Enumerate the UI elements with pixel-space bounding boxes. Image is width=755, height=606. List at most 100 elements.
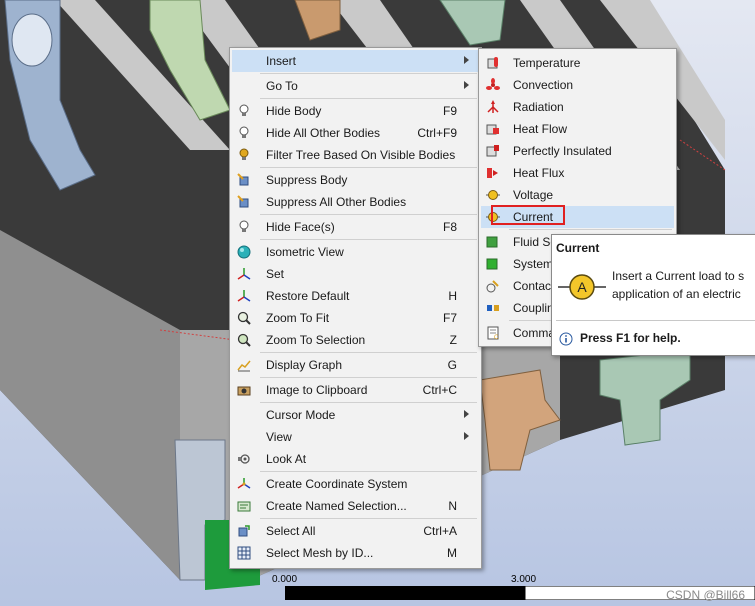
menu-item-restore-default[interactable]: Restore Default H <box>232 285 479 307</box>
menu-item-look-at[interactable]: Look At <box>232 448 479 470</box>
menu-item-go-to[interactable]: Go To <box>232 75 479 97</box>
scale-label-start: 0.000 <box>272 574 298 585</box>
menu-separator <box>260 73 477 74</box>
menu-item-create-named-selection[interactable]: Create Named Selection... N <box>232 495 479 517</box>
lightbulb-icon <box>239 126 249 138</box>
menu-item-shortcut: H <box>448 289 457 303</box>
lightbulb-on-icon <box>239 148 249 160</box>
menu-item-label: Suppress Body <box>266 173 348 187</box>
menu-item-select-mesh-by-id[interactable]: Select Mesh by ID... M <box>232 542 479 564</box>
menu-item-suppress-body[interactable]: Suppress Body <box>232 169 479 191</box>
menu-separator <box>260 214 477 215</box>
menu-item-shortcut: F7 <box>442 311 457 325</box>
menu-item-label: Hide Body <box>266 104 322 118</box>
menu-item-set[interactable]: Set <box>232 263 479 285</box>
mesh-id-icon <box>237 546 251 560</box>
menu-item-hide-all-other-bodies[interactable]: Hide All Other Bodies Ctrl+F9 <box>232 122 479 144</box>
lightbulb-icon <box>239 104 249 116</box>
menu-item-create-coordinate-system[interactable]: Create Coordinate System <box>232 473 479 495</box>
submenu-item-heat-flux[interactable]: Heat Flux <box>481 162 674 184</box>
submenu-item-label: Heat Flux <box>513 166 565 180</box>
menu-item-label: Display Graph <box>266 358 343 372</box>
tooltip-title: Current <box>556 241 600 255</box>
submenu-item-current[interactable]: Current <box>481 205 674 228</box>
radiation-icon <box>487 100 499 113</box>
axes-restore-icon <box>237 290 251 302</box>
submenu-item-label: Current <box>513 210 554 224</box>
menu-separator <box>260 402 477 403</box>
suppress-others-icon <box>237 195 249 208</box>
current-load-icon: A <box>558 274 606 300</box>
menu-item-label: Insert <box>266 54 297 68</box>
submenu-item-radiation[interactable]: Radiation <box>481 96 674 118</box>
menu-item-view[interactable]: View <box>232 426 479 448</box>
menu-item-zoom-to-fit[interactable]: Zoom To Fit F7 <box>232 307 479 329</box>
submenu-item-heat-flow[interactable]: Heat Flow <box>481 118 674 140</box>
menu-item-zoom-to-selection[interactable]: Zoom To Selection Z <box>232 329 479 351</box>
menu-item-hide-faces[interactable]: Hide Face(s) F8 <box>232 216 479 238</box>
submenu-item-temperature[interactable]: Temperature <box>481 52 674 74</box>
menu-item-suppress-all-other-bodies[interactable]: Suppress All Other Bodies <box>232 191 479 213</box>
menu-item-label: Hide All Other Bodies <box>266 126 381 140</box>
menu-item-label: Hide Face(s) <box>266 220 335 234</box>
menu-separator <box>260 471 477 472</box>
menu-item-shortcut: Ctrl+F9 <box>417 126 457 140</box>
menu-item-label: Zoom To Fit <box>266 311 330 325</box>
menu-item-select-all[interactable]: Select All Ctrl+A <box>232 520 479 542</box>
submenu-item-label: Radiation <box>513 100 564 114</box>
menu-item-label: Image to Clipboard <box>266 383 368 397</box>
menu-item-shortcut: Ctrl+C <box>422 383 457 397</box>
submenu-item-label: Contac <box>513 279 552 293</box>
menu-item-shortcut: Z <box>449 333 457 347</box>
submenu-item-label: Couplin <box>513 301 554 315</box>
zoom-selection-icon <box>237 333 251 347</box>
submenu-arrow-icon <box>464 410 469 418</box>
commands-icon: C <box>487 326 499 340</box>
menu-item-label: Go To <box>266 79 298 93</box>
tooltip-description: Insert a Current load to s application o… <box>612 267 755 303</box>
tooltip-divider <box>556 320 755 321</box>
system-coupling-icon <box>486 258 498 270</box>
submenu-item-perfectly-insulated[interactable]: Perfectly Insulated <box>481 140 674 162</box>
menu-separator <box>509 229 672 230</box>
menu-item-hide-body[interactable]: Hide Body F9 <box>232 100 479 122</box>
menu-separator <box>260 98 477 99</box>
tooltip-line: Insert a Current load to s <box>612 269 745 283</box>
current-load-letter: A <box>577 279 587 295</box>
named-selection-icon <box>237 501 251 512</box>
submenu-item-label: Voltage <box>513 188 554 202</box>
submenu-item-voltage[interactable]: Voltage <box>481 184 674 206</box>
menu-item-insert[interactable]: Insert <box>232 50 479 72</box>
submenu-item-label: System <box>513 257 554 271</box>
menu-item-image-to-clipboard[interactable]: Image to Clipboard Ctrl+C <box>232 379 479 401</box>
menu-item-label: Restore Default <box>266 289 350 303</box>
menu-item-label: Cursor Mode <box>266 408 336 422</box>
sphere-icon <box>237 245 251 259</box>
submenu-item-label: Perfectly Insulated <box>513 144 612 158</box>
voltage-icon <box>486 190 500 200</box>
camera-icon <box>237 386 251 396</box>
coupling-icon <box>487 305 499 311</box>
menu-item-label: Create Coordinate System <box>266 477 408 491</box>
graph-icon <box>237 360 251 372</box>
menu-separator <box>260 167 477 168</box>
lightbulb-icon <box>239 220 249 232</box>
menu-item-label: Filter Tree Based On Visible Bodies <box>266 148 456 162</box>
menu-item-shortcut: F8 <box>442 220 457 234</box>
submenu-arrow-icon <box>464 432 469 440</box>
submenu-arrow-icon <box>464 81 469 89</box>
menu-item-shortcut: F9 <box>442 104 457 118</box>
tooltip: Current A Insert a Current load to s app… <box>551 234 755 356</box>
svg-text:C: C <box>494 335 499 340</box>
menu-item-filter-tree[interactable]: Filter Tree Based On Visible Bodies <box>232 144 479 166</box>
info-icon <box>559 332 573 346</box>
menu-item-cursor-mode[interactable]: Cursor Mode <box>232 404 479 426</box>
submenu-item-convection[interactable]: Convection <box>481 74 674 96</box>
menu-item-display-graph[interactable]: Display Graph G <box>232 354 479 376</box>
contact-region-icon <box>486 280 499 293</box>
submenu-item-label: Convection <box>513 78 574 92</box>
menu-item-isometric-view[interactable]: Isometric View <box>232 241 479 263</box>
menu-separator <box>260 352 477 353</box>
scale-label-mid: 3.000 <box>511 574 537 585</box>
menu-item-shortcut: Ctrl+A <box>423 524 457 538</box>
